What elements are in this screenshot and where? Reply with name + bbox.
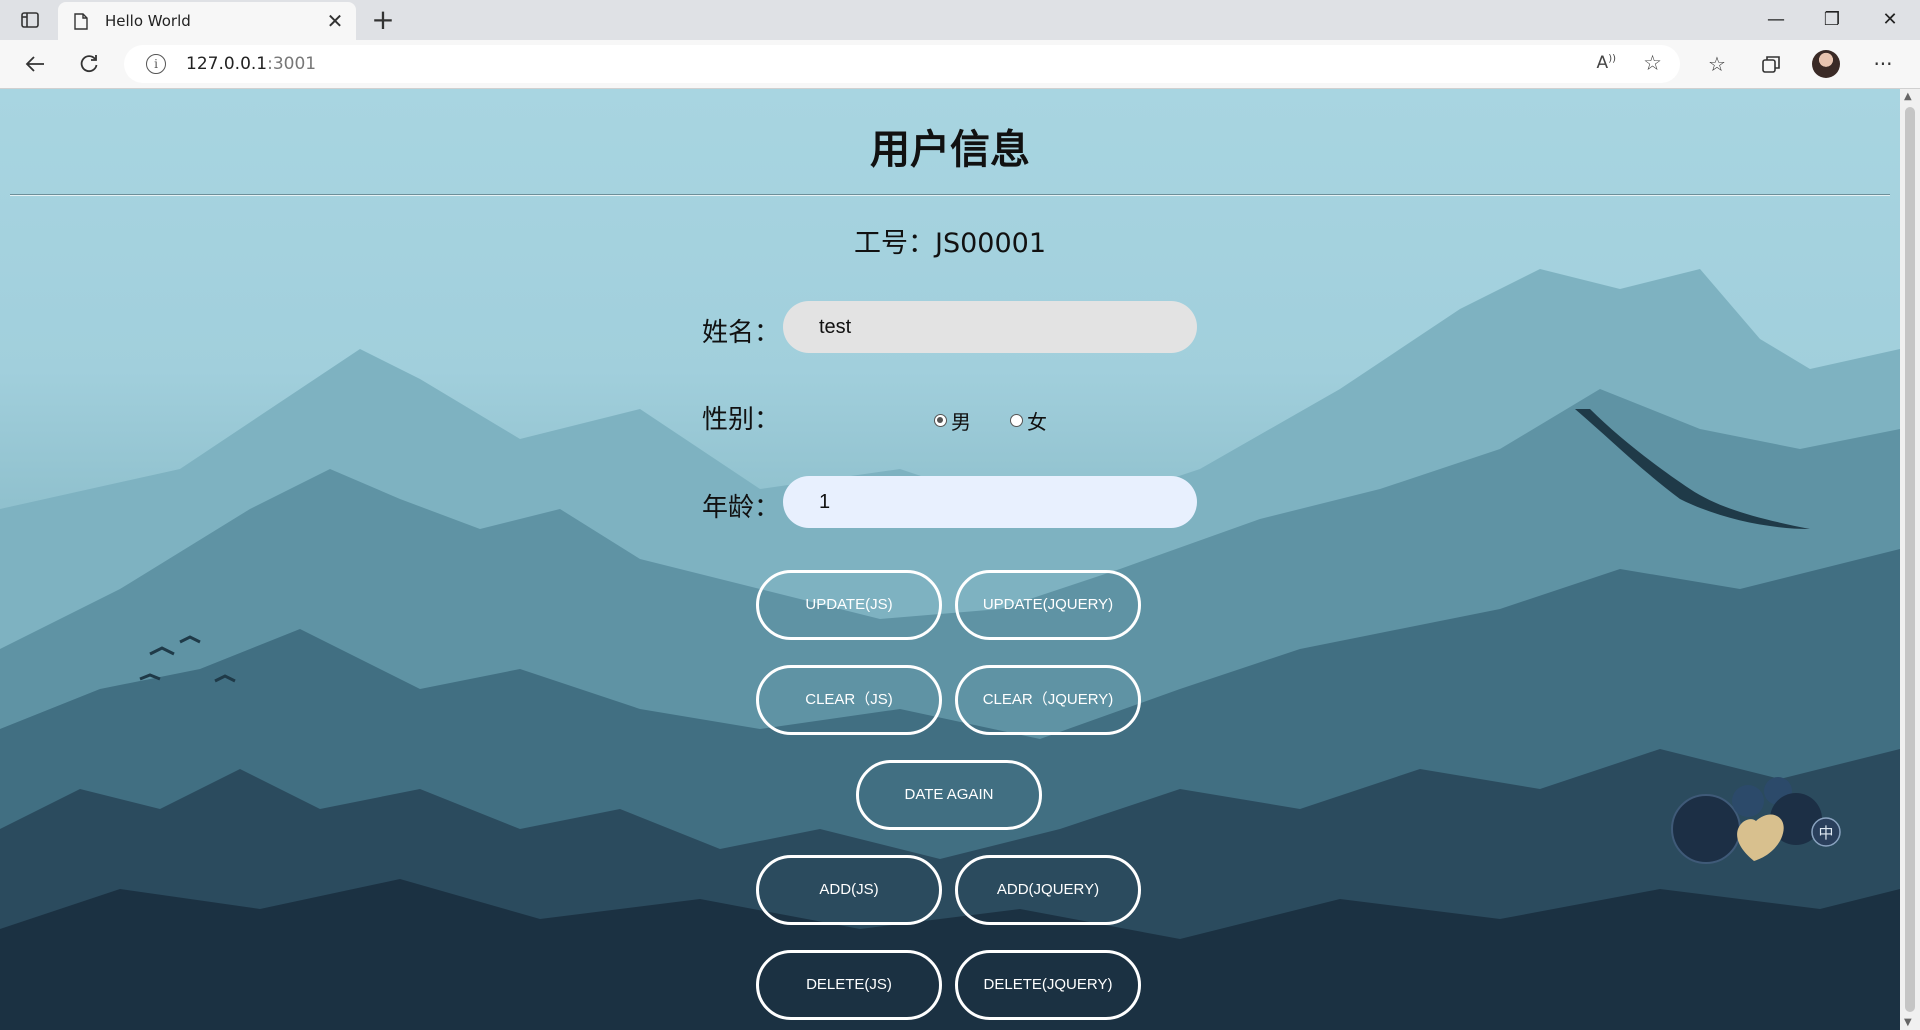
- back-arrow-icon[interactable]: [18, 48, 52, 80]
- tab-bar: Hello World ✕ + — ❐ ✕: [0, 0, 1920, 40]
- radio-female-label: 女: [1027, 410, 1047, 434]
- url-text: 127.0.0.1:3001: [186, 54, 317, 74]
- gender-option-male[interactable]: 男: [934, 406, 971, 435]
- address-bar[interactable]: i 127.0.0.1:3001 A)) ☆: [124, 45, 1680, 83]
- restore-icon[interactable]: ❐: [1812, 6, 1852, 34]
- svg-text:中: 中: [1818, 824, 1833, 842]
- employee-id: 工号：JS00001: [854, 228, 1046, 259]
- page-viewport: 用户信息 工号：JS00001 姓名： 性别： 男 女 年龄： UPDATE(J…: [0, 89, 1900, 1030]
- clear-js-button[interactable]: CLEAR（JS): [756, 665, 942, 735]
- page-title: 用户信息: [870, 127, 1030, 173]
- tab-title: Hello World: [105, 12, 191, 30]
- add-js-button[interactable]: ADD(JS): [756, 855, 942, 925]
- add-favorite-icon[interactable]: ☆: [1643, 51, 1662, 75]
- gender-label: 性别：: [702, 405, 781, 435]
- favorites-icon[interactable]: ☆: [1700, 48, 1734, 80]
- delete-jquery-button[interactable]: DELETE(JQUERY): [955, 950, 1141, 1020]
- scroll-up-icon[interactable]: ▲: [1904, 91, 1912, 102]
- scroll-down-icon[interactable]: ▼: [1904, 1017, 1912, 1028]
- clear-jquery-button[interactable]: CLEAR（JQUERY): [955, 665, 1141, 735]
- browser-toolbar: i 127.0.0.1:3001 A)) ☆ ☆ ···: [0, 40, 1920, 89]
- page-icon: [74, 13, 88, 34]
- update-js-button[interactable]: UPDATE(JS): [756, 570, 942, 640]
- add-jquery-button[interactable]: ADD(JQUERY): [955, 855, 1141, 925]
- browser-tab[interactable]: Hello World ✕: [58, 2, 356, 40]
- name-label: 姓名：: [702, 318, 781, 348]
- radio-male[interactable]: [934, 414, 947, 427]
- title-divider: [10, 194, 1890, 196]
- more-options-icon[interactable]: ···: [1866, 48, 1900, 80]
- reload-icon[interactable]: [72, 48, 106, 80]
- update-jquery-button[interactable]: UPDATE(JQUERY): [955, 570, 1141, 640]
- profile-avatar[interactable]: [1812, 50, 1840, 78]
- close-window-icon[interactable]: ✕: [1870, 6, 1910, 34]
- site-info-icon[interactable]: i: [146, 54, 166, 74]
- age-input[interactable]: [783, 476, 1197, 528]
- collections-icon[interactable]: [1754, 48, 1788, 80]
- age-label: 年龄：: [702, 493, 781, 523]
- delete-js-button[interactable]: DELETE(JS): [756, 950, 942, 1020]
- new-tab-button[interactable]: +: [368, 4, 398, 36]
- decorative-flower-widget: 中: [1671, 777, 1841, 864]
- gender-option-female[interactable]: 女: [1010, 406, 1047, 435]
- close-tab-icon[interactable]: ✕: [324, 10, 346, 32]
- radio-male-label: 男: [951, 410, 971, 434]
- scrollbar-thumb[interactable]: [1905, 107, 1915, 1012]
- date-again-button[interactable]: DATE AGAIN: [856, 760, 1042, 830]
- name-input[interactable]: [783, 301, 1197, 353]
- vertical-scrollbar[interactable]: ▲ ▼: [1900, 89, 1920, 1030]
- read-aloud-icon[interactable]: A)): [1597, 53, 1616, 73]
- radio-female[interactable]: [1010, 414, 1023, 427]
- minimize-icon[interactable]: —: [1756, 6, 1796, 34]
- tab-actions-icon[interactable]: [16, 8, 44, 32]
